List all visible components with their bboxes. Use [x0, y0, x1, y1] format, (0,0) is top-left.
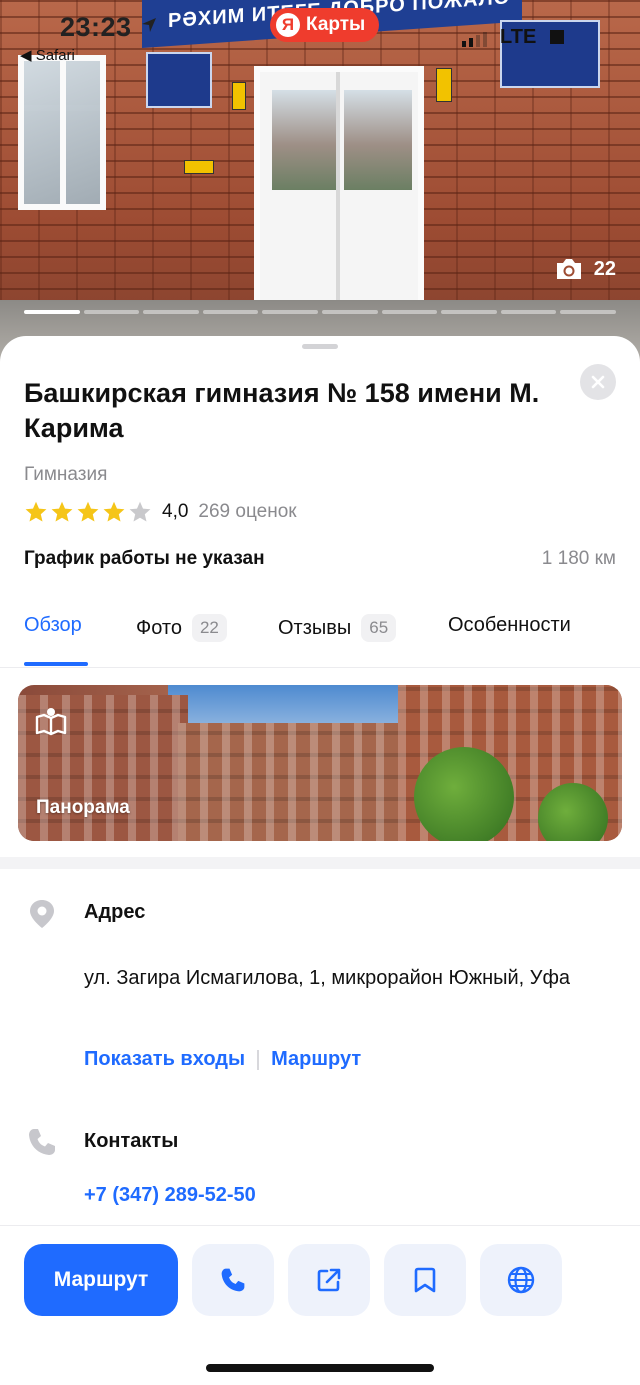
location-arrow-icon: [142, 18, 156, 32]
star-icon: [25, 501, 47, 522]
photo-progress-segment: [83, 310, 140, 314]
route-button-label: Маршрут: [53, 1268, 149, 1291]
photo-progress-segment: [202, 310, 259, 314]
phone-icon: [221, 1268, 245, 1292]
status-time: 23:23: [60, 12, 132, 42]
show-entrances-link[interactable]: Показать входы: [84, 1048, 245, 1071]
tab-badge: 22: [191, 614, 227, 642]
photo-counter[interactable]: 22: [554, 256, 616, 282]
share-button[interactable]: [288, 1244, 370, 1316]
star-icon: [77, 501, 99, 522]
photo-progress-segment: [381, 310, 438, 314]
tab-label: Отзывы: [278, 616, 352, 639]
close-icon: [591, 375, 605, 389]
place-category: Гимназия: [24, 464, 108, 485]
tab-label: Фото: [136, 616, 182, 639]
star-icon: [51, 501, 73, 522]
phone-number-link[interactable]: +7 (347) 289-52-50: [84, 1184, 256, 1207]
tab-bar: Обзор Фото 22 Отзывы 65 Особенности: [0, 608, 640, 668]
tab-label: Особенности: [448, 614, 571, 636]
accessibility-sign: [232, 82, 246, 110]
star-icon: [103, 501, 125, 522]
route-button[interactable]: Маршрут: [24, 1244, 178, 1316]
home-indicator[interactable]: [206, 1364, 434, 1372]
rating-stars: [24, 500, 152, 524]
star-icon: [129, 501, 151, 522]
yandex-maps-logo: Я Карты: [270, 8, 380, 42]
plaque-left: [146, 52, 212, 108]
camera-icon: [556, 259, 581, 279]
panorama-tree: [414, 747, 514, 841]
close-button[interactable]: [580, 364, 616, 400]
tab-reviews[interactable]: Отзывы 65: [278, 614, 397, 642]
building-door: [254, 66, 424, 322]
photo-progress-segment: [560, 310, 616, 314]
section-divider: [0, 857, 640, 869]
photo-progress-segment: [262, 310, 318, 314]
photo-progress-segment: [500, 310, 557, 314]
address-title: Адрес: [84, 901, 146, 923]
accessibility-sign: [436, 68, 452, 102]
tab-badge: 65: [361, 614, 397, 642]
photo-progress-segment: [143, 310, 199, 314]
rating-value: 4,0: [162, 501, 189, 522]
place-title: Башкирская гимназия № 158 имени М. Карим…: [24, 378, 540, 443]
photo-progress-segment: [441, 310, 497, 314]
rating-count: 269 оценок: [198, 501, 297, 522]
back-to-safari[interactable]: ◀ Safari: [20, 46, 75, 64]
sheet-grabber[interactable]: [302, 344, 338, 349]
route-link[interactable]: Маршрут: [271, 1048, 361, 1071]
phone-icon: [29, 1129, 55, 1155]
yandex-logo-mark: Я: [276, 13, 300, 37]
tab-overview[interactable]: Обзор: [24, 614, 82, 637]
link-separator: [257, 1049, 260, 1070]
action-bar-divider: [0, 1225, 640, 1226]
contacts-title: Контакты: [84, 1130, 179, 1152]
bookmark-button[interactable]: [384, 1244, 466, 1316]
panorama-building: [178, 723, 408, 841]
location-pin-icon: [30, 900, 54, 928]
photo-progress: [24, 310, 616, 314]
address-text[interactable]: ул. Загира Исмагилова, 1, микрорайон Южн…: [84, 966, 584, 991]
panorama-label: Панорама: [36, 797, 130, 818]
tab-features[interactable]: Особенности: [448, 614, 571, 637]
working-hours[interactable]: График работы не указан: [24, 548, 265, 570]
tab-photos[interactable]: Фото 22: [136, 614, 227, 642]
logo-text: Карты: [306, 14, 366, 35]
action-bar: Маршрут: [24, 1244, 562, 1316]
signal-icon: [462, 32, 487, 47]
photo-progress-segment: [24, 310, 80, 314]
share-icon: [317, 1268, 341, 1292]
network-type: LTE: [500, 26, 537, 48]
panorama-icon: [35, 708, 67, 736]
place-card: Башкирская гимназия № 158 имени М. Карим…: [0, 336, 640, 1385]
photo-progress-segment: [321, 310, 378, 314]
battery-icon: [550, 30, 564, 44]
bookmark-icon: [414, 1267, 436, 1293]
building-window: [18, 55, 106, 210]
rating[interactable]: 4,0 269 оценок: [24, 500, 297, 524]
website-button[interactable]: [480, 1244, 562, 1316]
call-button[interactable]: [192, 1244, 274, 1316]
tab-label: Обзор: [24, 614, 82, 636]
panorama-card[interactable]: Панорама: [18, 685, 622, 841]
address-links: Показать входы Маршрут: [84, 1048, 361, 1071]
globe-icon: [507, 1266, 535, 1294]
active-tab-indicator: [24, 662, 88, 666]
distance: 1 180 км: [541, 548, 616, 569]
accessibility-sign: [184, 160, 214, 174]
photo-count-value: 22: [593, 257, 616, 280]
